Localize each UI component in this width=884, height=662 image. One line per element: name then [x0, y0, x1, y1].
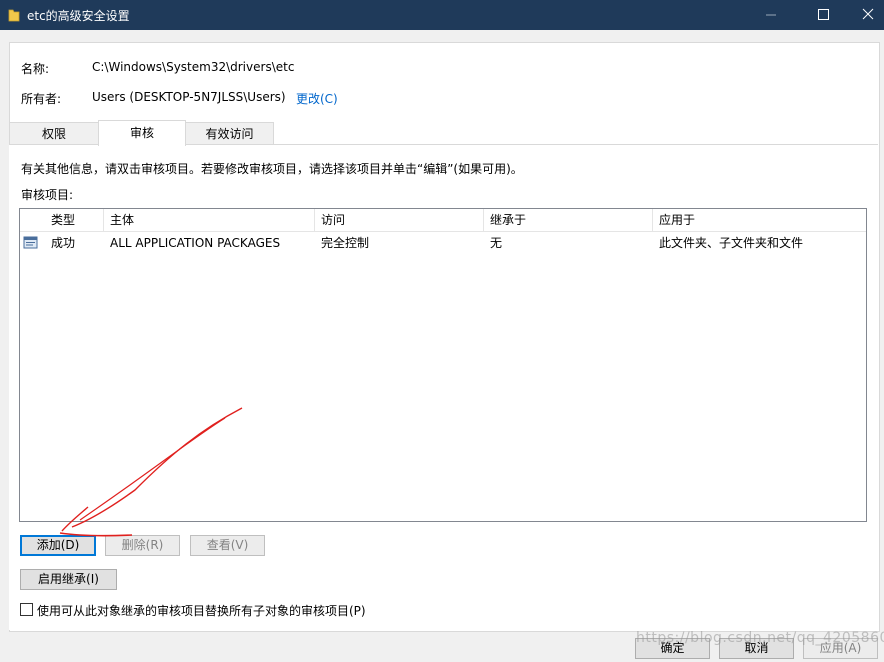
- view-button[interactable]: 查看(V): [190, 535, 265, 556]
- minimize-icon[interactable]: [748, 0, 794, 30]
- window-title: etc的高级安全设置: [27, 9, 130, 23]
- folder-icon: [8, 8, 20, 25]
- close-icon[interactable]: [838, 0, 884, 30]
- tab-effective-access[interactable]: 有效访问: [185, 122, 274, 144]
- change-owner-link[interactable]: 更改(C): [296, 90, 338, 107]
- title-bar[interactable]: etc的高级安全设置: [0, 0, 884, 30]
- audit-entries-list[interactable]: 类型 主体 访问 继承于 应用于 成功 ALL APPLICATION PACK…: [19, 208, 867, 522]
- column-header-principal[interactable]: 主体: [104, 209, 315, 231]
- name-label: 名称:: [21, 62, 50, 76]
- watermark-text: https://blog.csdn.net/qq_42058600: [636, 630, 884, 646]
- add-button[interactable]: 添加(D): [20, 535, 96, 556]
- audit-list-label: 审核项目:: [21, 188, 74, 202]
- remove-button[interactable]: 删除(R): [105, 535, 180, 556]
- column-header-inherited-from[interactable]: 继承于: [484, 209, 653, 231]
- cell-inherited-from: 无: [490, 236, 503, 250]
- tab-permissions[interactable]: 权限: [9, 122, 99, 144]
- column-header-access[interactable]: 访问: [315, 209, 484, 231]
- audit-entry-icon: [23, 233, 45, 253]
- replace-child-audit-label: 使用可从此对象继承的审核项目替换所有子对象的审核项目(P): [37, 604, 366, 618]
- tab-auditing[interactable]: 审核: [98, 120, 186, 146]
- column-header-applies-to[interactable]: 应用于: [653, 209, 866, 231]
- column-header-type[interactable]: 类型: [45, 209, 104, 231]
- owner-label: 所有者:: [21, 92, 62, 106]
- cell-principal: ALL APPLICATION PACKAGES: [110, 236, 281, 250]
- owner-value: Users (DESKTOP-5N7JLSS\Users): [92, 90, 286, 104]
- replace-child-audit-checkbox[interactable]: [20, 603, 33, 616]
- name-value: C:\Windows\System32\drivers\etc: [92, 60, 295, 74]
- cell-applies-to: 此文件夹、子文件夹和文件: [659, 236, 804, 250]
- cell-access: 完全控制: [321, 236, 370, 250]
- enable-inheritance-button[interactable]: 启用继承(I): [20, 569, 117, 590]
- cell-type: 成功: [51, 236, 76, 250]
- table-row[interactable]: 成功 ALL APPLICATION PACKAGES 完全控制 无 此文件夹、…: [20, 233, 866, 253]
- list-header: 类型 主体 访问 继承于 应用于: [20, 209, 866, 232]
- audit-description: 有关其他信息，请双击审核项目。若要修改审核项目，请选择该项目并单击“编辑”(如果…: [21, 162, 523, 176]
